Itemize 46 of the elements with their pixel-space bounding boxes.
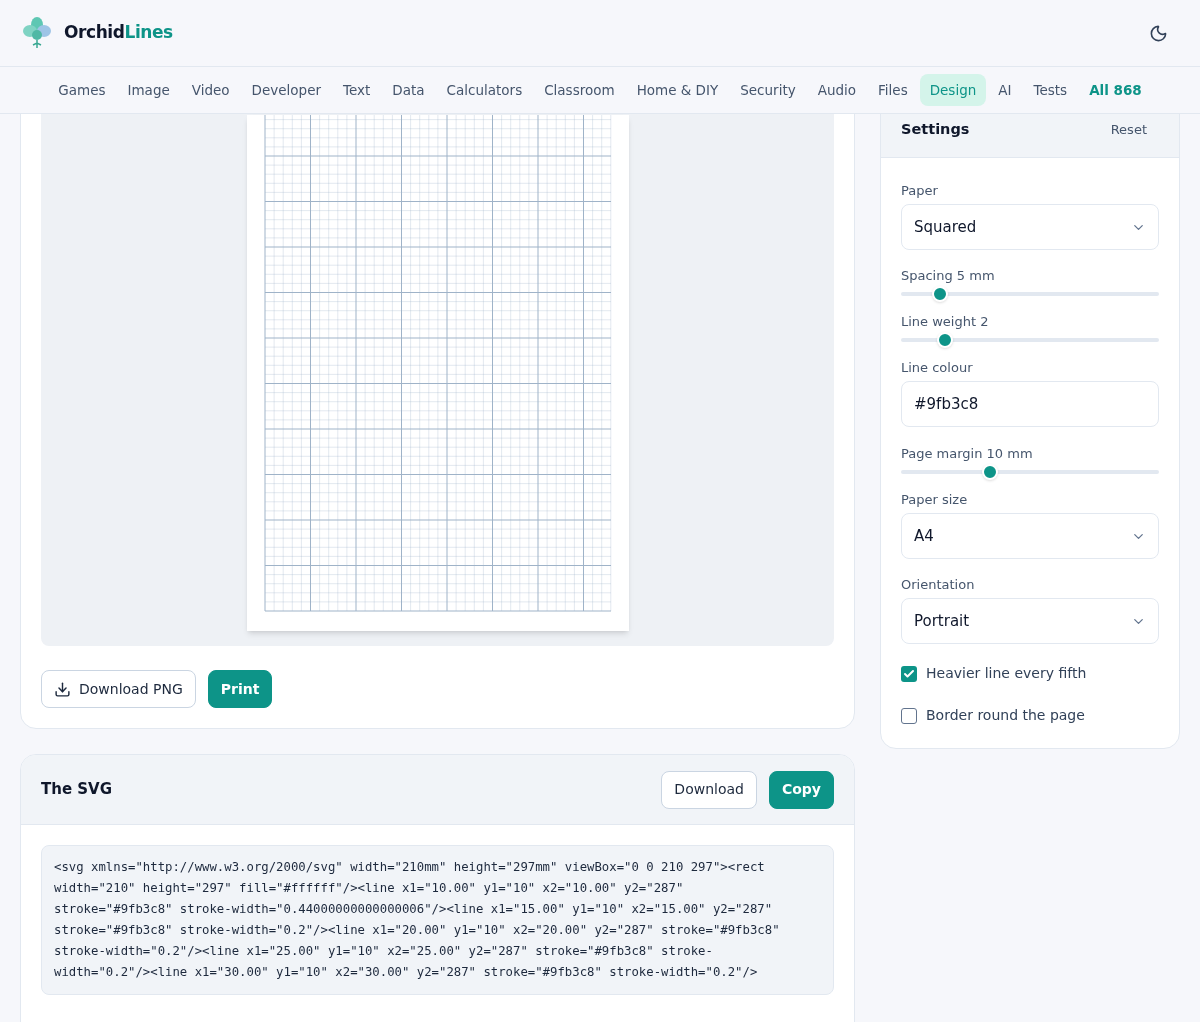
select-field[interactable]: A4 — [901, 513, 1159, 559]
download-icon — [54, 680, 71, 698]
slider-thumb[interactable] — [936, 332, 953, 348]
nav-tab[interactable]: Games — [48, 73, 116, 107]
slider-thumb[interactable] — [982, 464, 998, 480]
all-tools-link[interactable]: All 868 — [1079, 79, 1152, 101]
nav-tab[interactable]: Video — [181, 73, 240, 107]
checkbox[interactable] — [901, 707, 917, 724]
dark-mode-icon[interactable] — [1149, 23, 1168, 43]
checkbox-label: Border round the page — [926, 706, 1085, 725]
field-label: Line colour — [901, 361, 974, 374]
slider-thumb[interactable] — [931, 286, 948, 302]
orchid-logo-icon — [22, 17, 52, 49]
input-field[interactable]: #9fb3c8 — [901, 381, 1159, 427]
field-label: Paper size — [901, 493, 969, 506]
checkmark-icon — [903, 667, 915, 680]
nav-tab[interactable]: Tests — [1023, 73, 1078, 107]
nav-tab[interactable]: Image — [117, 73, 180, 107]
nav-tab[interactable]: Data — [382, 73, 435, 107]
nav-tab[interactable]: Developer — [241, 73, 332, 107]
nav-tab[interactable]: Classroom — [534, 73, 625, 107]
field-label: Paper — [901, 184, 939, 197]
brand-name: OrchidLines — [64, 22, 173, 43]
nav-tab[interactable]: Calculators — [436, 73, 533, 107]
nav-tab[interactable]: AI — [988, 73, 1022, 107]
outline-button[interactable]: Download — [661, 770, 757, 809]
panel-title: Settings — [901, 122, 970, 139]
field-label: Page margin 10 mm — [901, 447, 1034, 460]
code-textarea[interactable]: <svg xmlns="http://www.w3.org/2000/svg" width="210mm" height="297mm" viewBox="0 0 210 297"><rect width="210" height="297" fill="#ffffff"/><line x1="10.00" y1="10" x2="10.00" y2="287" stroke="#9fb3c8" stroke-width="0.44000000000000006"/><line x1="15.00" y1="10" x2="15.00" y2="287" stroke="#9fb3c8" stroke-width="0.2"/><line x1="20.00" y1="10" x2="20.00" y2="287" stroke="#9fb3c8" stroke-width="0.2"/><line x1="25.00" y1="10" x2="25.00" y2="287" stroke="#9fb3c8" stroke- width="0.2"/><line x1="30.00" y1="10" x2="30.00" y2="287" stroke="#9fb3c8" stroke-width="0.2"/> — [41, 845, 834, 995]
checkbox-label: Heavier line every fifth — [926, 664, 1087, 683]
nav-tab[interactable]: Files — [868, 73, 918, 107]
select-field[interactable]: Portrait — [901, 598, 1159, 644]
field-label: Spacing 5 mm — [901, 269, 996, 282]
checkbox[interactable] — [901, 665, 917, 682]
nav-tab[interactable]: Text — [333, 73, 381, 107]
card-title: The SVG — [41, 779, 113, 801]
nav-tab[interactable]: Security — [730, 73, 806, 107]
outline-button[interactable]: Download PNG — [41, 670, 196, 708]
nav-tab[interactable]: Home & DIY — [626, 73, 729, 107]
field-label: Line weight 2 — [901, 315, 990, 328]
primary-button[interactable]: Copy — [768, 770, 834, 809]
field-label: Orientation — [901, 578, 976, 591]
primary-button[interactable]: Print — [207, 670, 273, 708]
select-field[interactable]: Squared — [901, 204, 1159, 250]
nav-tab[interactable]: Audio — [807, 73, 867, 107]
reset-button[interactable]: Reset — [1110, 122, 1147, 136]
